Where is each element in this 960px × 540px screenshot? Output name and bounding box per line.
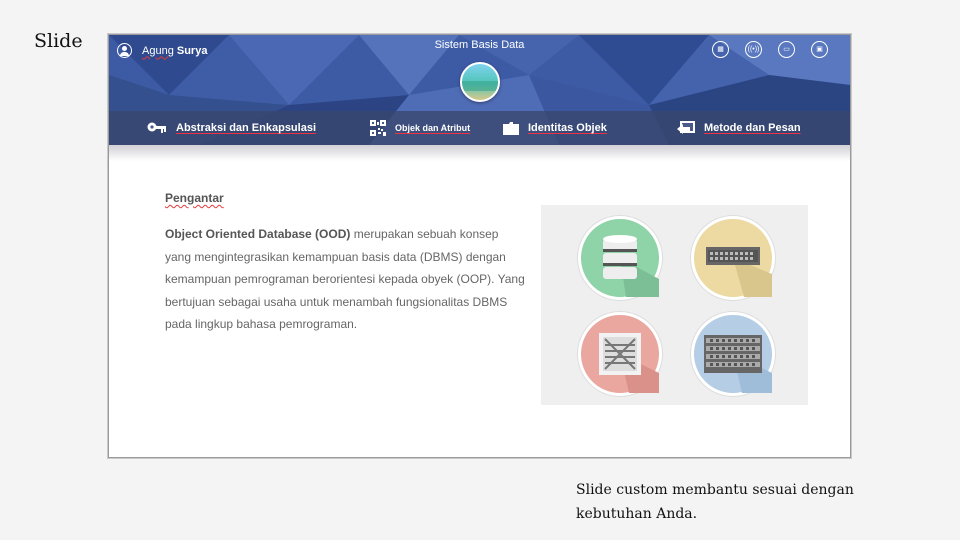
server-stack-icon (691, 312, 775, 396)
database-icon (578, 216, 662, 300)
nav-label: Metode dan Pesan (704, 122, 801, 134)
fan-unit-icon (578, 312, 662, 396)
slide-caption: Slide custom membantu sesuai dengan kebu… (576, 482, 854, 522)
page-label: Slide (34, 30, 83, 52)
nav-abstraksi[interactable]: Abstraksi dan Enkapsulasi (147, 121, 316, 135)
card-icon[interactable]: ▭ (778, 41, 795, 58)
illustration-panel (541, 205, 808, 405)
nav-label: Abstraksi dan Enkapsulasi (176, 122, 316, 134)
nav-label: Identitas Objek (528, 122, 607, 134)
nav-objek[interactable]: Objek dan Atribut (370, 120, 470, 136)
course-logo (460, 62, 500, 102)
key-icon (147, 122, 166, 133)
topic-navbar: Abstraksi dan Enkapsulasi Objek dan Atri… (109, 111, 850, 145)
content-lead: Object Oriented Database (OOD) (165, 227, 351, 241)
content-body: merupakan sebuah konsep yang mengintegra… (165, 227, 525, 331)
calendar-icon[interactable]: ▣ (811, 41, 828, 58)
top-icon-bar: ▦ ((•)) ▭ ▣ (712, 41, 828, 58)
grid-icon[interactable]: ▦ (712, 41, 729, 58)
nav-label: Objek dan Atribut (395, 123, 471, 133)
header-banner: Agung Surya Sistem Basis Data ▦ ((•)) ▭ … (109, 35, 850, 145)
broadcast-icon[interactable]: ((•)) (745, 41, 762, 58)
content-heading: Pengantar (165, 191, 224, 205)
reply-arrow-icon (677, 121, 695, 134)
server-rack-icon (691, 216, 775, 300)
slide-frame: Agung Surya Sistem Basis Data ▦ ((•)) ▭ … (108, 34, 851, 458)
content-paragraph: Object Oriented Database (OOD) merupakan… (165, 223, 525, 336)
folder-icon (503, 121, 519, 135)
header-shadow (109, 145, 850, 161)
qr-code-icon (370, 120, 386, 136)
nav-metode[interactable]: Metode dan Pesan (677, 121, 801, 135)
nav-identitas[interactable]: Identitas Objek (503, 121, 607, 135)
